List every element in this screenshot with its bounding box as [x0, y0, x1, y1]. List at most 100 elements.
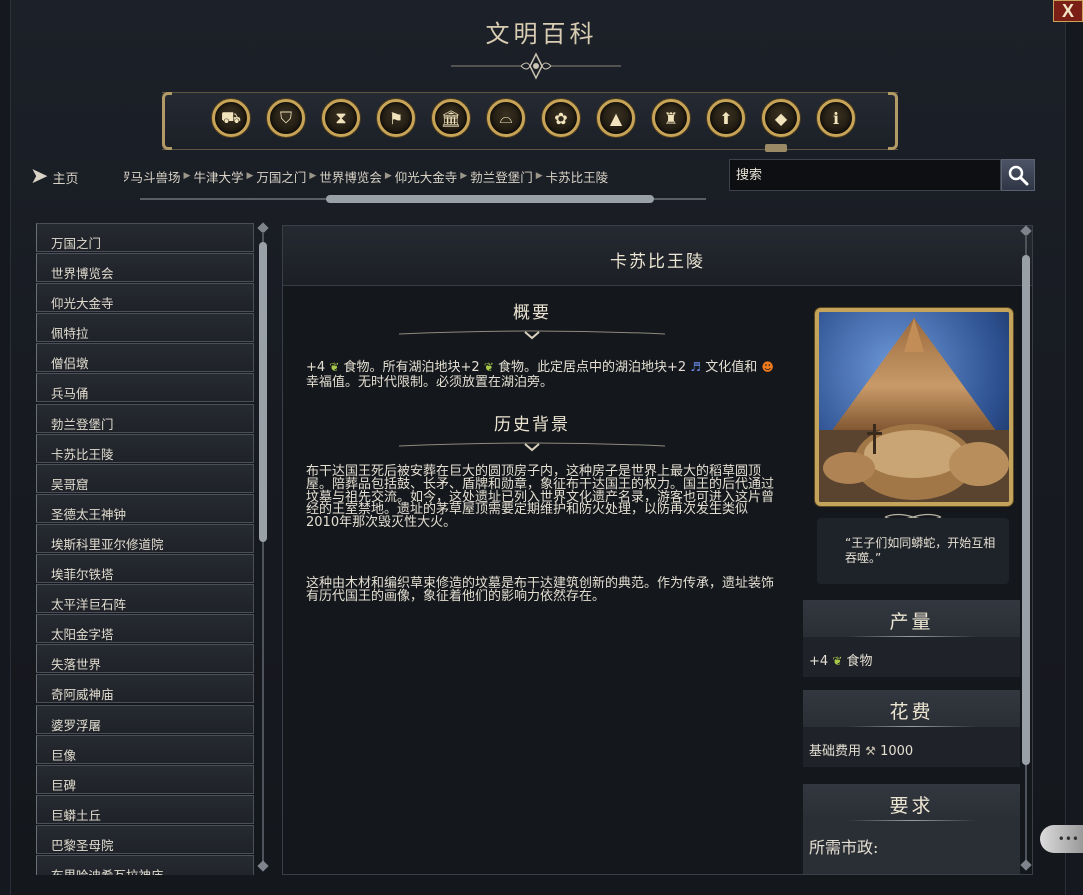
- sidebar-item[interactable]: 佩特拉: [36, 313, 254, 343]
- sidebar-item[interactable]: 埃菲尔铁塔: [36, 554, 254, 584]
- sidebar-item[interactable]: 巨蟒土丘: [36, 794, 254, 824]
- districts-category-button[interactable]: ⌓: [487, 99, 525, 137]
- wonder-list-scroll-thumb[interactable]: [259, 242, 267, 542]
- article-scroll-bottom-diamond-icon: [1020, 859, 1032, 871]
- tomb-illustration: [819, 312, 1009, 502]
- districts-category-icon: ⌓: [499, 108, 513, 127]
- sidebar-item[interactable]: 圣德太王神钟: [36, 493, 254, 523]
- page-title: 卡苏比王陵: [610, 252, 705, 272]
- amenity-icon: ☻: [761, 360, 774, 374]
- history-paragraph-1: 布干达国王死后被安葬在巨大的圆顶房子内，这种房子是世界上最大的稻草圆顶屋。陪葬品…: [306, 464, 775, 531]
- civilizations-category-icon: ⛟: [220, 107, 242, 127]
- window-title: 文明百科: [485, 20, 598, 48]
- history-heading: 历史背景: [494, 415, 570, 435]
- culture-icon: ♬: [690, 360, 702, 374]
- breadcrumb-separator-icon: ▶: [246, 171, 254, 181]
- sidebar-item[interactable]: 布里哈迪希瓦拉神庙: [36, 854, 254, 875]
- food-icon: ❦: [329, 360, 340, 374]
- history-heading-ornament: [399, 442, 665, 452]
- buildings-category-icon: 🏛: [440, 108, 462, 128]
- wonder-quote: “王子们如同蟒蛇，开始互相吞噬。”: [817, 518, 1009, 584]
- sidebar-item[interactable]: 万国之门: [36, 223, 254, 252]
- breadcrumb-separator-icon: ▶: [384, 171, 392, 181]
- breadcrumb-scroll-thumb[interactable]: [326, 195, 654, 203]
- requirements-section: 要求 所需市政:: [803, 784, 1020, 874]
- search-input[interactable]: [729, 159, 1001, 191]
- wonders-category-button[interactable]: ♜: [652, 99, 690, 137]
- leaders-category-icon: ⚑: [388, 108, 404, 128]
- wonders-category-icon: ♜: [663, 108, 679, 128]
- wonder-list: 万国之门 世界博览会 仰光大金寺 佩特拉 僧侣墩 兵马俑 勃兰登堡门 卡苏比王陵 吴哥窟 圣德太王…: [36, 223, 254, 875]
- sidebar-item[interactable]: 仰光大金寺: [36, 283, 254, 313]
- sidebar-item[interactable]: 巴黎圣母院: [36, 824, 254, 854]
- sidebar-item[interactable]: 埃斯科里亚尔修道院: [36, 523, 254, 553]
- sidebar-item[interactable]: 失落世界: [36, 644, 254, 674]
- breadcrumb-item[interactable]: 世界博览会: [319, 167, 382, 186]
- sidebar-item[interactable]: 世界博览会: [36, 253, 254, 283]
- side-panel-toggle[interactable]: •••: [1040, 825, 1083, 853]
- overview-part-4: 文化值和: [705, 360, 758, 375]
- leaders-category-button[interactable]: ⚑: [377, 99, 415, 137]
- resources-category-button[interactable]: ✿: [542, 99, 580, 137]
- yield-title: 产量: [803, 600, 1020, 636]
- production-hammer-icon: ⚒: [865, 744, 876, 758]
- cost-value-row: 基础费用 ⚒ 1000: [803, 727, 1020, 767]
- overview-text: +4 ❦ 食物。所有湖泊地块+2 ❦ 食物。此定居点中的湖泊地块+2 ♬ 文化值…: [306, 360, 776, 390]
- units-category-icon: ◆: [774, 108, 788, 128]
- search-button[interactable]: [1001, 159, 1035, 191]
- breadcrumb-item[interactable]: 仰光大金寺: [395, 167, 458, 186]
- overview-part-1: +4: [306, 360, 326, 375]
- sidebar-item[interactable]: 勃兰登堡门: [36, 403, 254, 433]
- wonder-list-scrollbar[interactable]: [257, 222, 269, 876]
- requirements-label: 所需市政:: [803, 821, 1020, 861]
- yield-section: 产量 +4 ❦ 食物: [803, 600, 1020, 677]
- sidebar-item[interactable]: 卡苏比王陵: [36, 433, 254, 463]
- category-icon-row: ⛟ ⛉ ⧗ ⚑ 🏛 ⌓ ✿ ▲ ♜ ⬆ ◆ ℹ: [212, 99, 855, 137]
- requirements-title: 要求: [803, 784, 1020, 820]
- breadcrumb-scrollbar[interactable]: [140, 194, 706, 204]
- governments-category-button[interactable]: ⬆: [707, 99, 745, 137]
- sidebar-item[interactable]: 太平洋巨石阵: [36, 584, 254, 614]
- scroll-bottom-diamond-icon: [257, 860, 269, 872]
- sidebar-item[interactable]: 太阳金字塔: [36, 614, 254, 644]
- home-label: 主页: [52, 171, 79, 187]
- sidebar-item[interactable]: 巨碑: [36, 764, 254, 794]
- breadcrumb-item[interactable]: 勃兰登堡门: [470, 167, 533, 186]
- buildings-category-button[interactable]: 🏛: [432, 99, 470, 137]
- sidebar-item[interactable]: 巨像: [36, 734, 254, 764]
- breadcrumb-item[interactable]: 牛津大学: [193, 167, 243, 186]
- toolbar-bracket-left: [162, 92, 172, 150]
- history-paragraph-2: 这种由木材和编织草束修造的坟墓是布干达建筑创新的典范。作为传承，遗址装饰有历代国…: [306, 576, 775, 604]
- breadcrumb-item[interactable]: 万国之门: [256, 167, 306, 186]
- terrain-category-button[interactable]: ▲: [597, 99, 635, 137]
- eras-category-button[interactable]: ⧗: [322, 99, 360, 137]
- back-arrow-icon: ➤: [30, 164, 49, 189]
- overview-part-2: 食物。所有湖泊地块+2: [343, 360, 480, 375]
- food-icon: ❦: [483, 360, 494, 374]
- yield-amount: +4: [809, 654, 829, 669]
- article-scrollbar[interactable]: [1020, 225, 1032, 875]
- breadcrumb-item[interactable]: 卡苏比王陵: [546, 167, 609, 186]
- search-icon: [1008, 165, 1029, 186]
- food-icon: ❦: [832, 654, 843, 668]
- sidebar-item[interactable]: 兵马俑: [36, 373, 254, 403]
- breadcrumb-item[interactable]: 罗马斗兽场: [124, 167, 181, 186]
- article-scroll-thumb[interactable]: [1022, 255, 1030, 765]
- breadcrumb-separator-icon: ▶: [183, 171, 191, 181]
- sidebar-item[interactable]: 婆罗浮屠: [36, 704, 254, 734]
- units-category-button[interactable]: ◆: [762, 99, 800, 137]
- breadcrumb: 罗马斗兽场 ▶ 牛津大学 ▶ 万国之门 ▶ 世界博览会 ▶ 仰光大金寺 ▶ 勃兰登堡门 ▶ 卡苏比王陵: [124, 166, 722, 186]
- overview-part-5: 幸福值。无时代限制。必须放置在湖泊旁。: [306, 375, 554, 390]
- civilizations-category-button[interactable]: ⛟: [212, 99, 250, 137]
- technologies-category-button[interactable]: ⛉: [267, 99, 305, 137]
- technologies-category-icon: ⛉: [279, 108, 292, 127]
- home-link[interactable]: ➤ 主页: [30, 166, 78, 188]
- cost-label: 基础费用: [809, 744, 862, 759]
- toolbar-selection-indicator: [765, 144, 787, 152]
- sidebar-item[interactable]: 奇阿威神庙: [36, 674, 254, 704]
- sidebar-item[interactable]: 吴哥窟: [36, 463, 254, 493]
- breadcrumb-separator-icon: ▶: [535, 171, 543, 181]
- sidebar-item[interactable]: 僧侣墩: [36, 343, 254, 373]
- concepts-category-button[interactable]: ℹ: [817, 99, 855, 137]
- title-ornament: [451, 52, 621, 80]
